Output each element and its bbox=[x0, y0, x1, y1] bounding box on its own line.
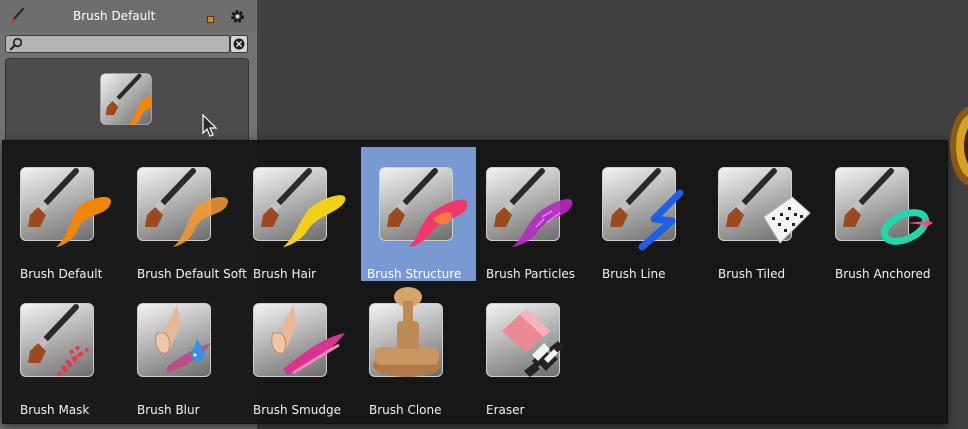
brush-picker-popup: Brush Default Brush Default Soft Brush H… bbox=[2, 140, 948, 424]
brush-default-soft-icon bbox=[137, 167, 229, 247]
brush-tile-particles[interactable]: Brush Particles bbox=[473, 147, 588, 281]
brush-tile-line[interactable]: Brush Line bbox=[589, 147, 704, 281]
brush-tile-blur[interactable]: Brush Blur bbox=[124, 283, 239, 417]
tile-label: Brush Blur bbox=[137, 403, 200, 417]
dot-icon[interactable] bbox=[207, 16, 214, 23]
search-icon bbox=[9, 37, 23, 51]
tile-label: Brush Tiled bbox=[718, 267, 786, 281]
tile-label: Brush Mask bbox=[20, 403, 90, 417]
panel-title[interactable]: Brush Default bbox=[73, 9, 155, 23]
brush-line-icon bbox=[602, 167, 684, 251]
brush-tile-clone[interactable]: Brush Clone bbox=[356, 283, 471, 417]
brush-anchored-icon bbox=[835, 167, 933, 245]
tile-label: Brush Anchored bbox=[835, 267, 931, 281]
search-input[interactable] bbox=[5, 35, 230, 53]
tile-label: Brush Line bbox=[602, 267, 666, 281]
brush-mask-icon bbox=[20, 303, 94, 377]
tile-label: Brush Default Soft bbox=[137, 267, 247, 281]
eraser-icon bbox=[486, 303, 564, 377]
tile-label: Brush Clone bbox=[369, 403, 442, 417]
brush-tiled-icon bbox=[718, 167, 811, 244]
brush-tile-default[interactable]: Brush Default bbox=[7, 147, 122, 281]
brush-hair-icon bbox=[253, 167, 346, 247]
close-icon bbox=[233, 38, 245, 50]
brush-smudge-icon bbox=[253, 303, 345, 377]
brush-tile-smudge[interactable]: Brush Smudge bbox=[240, 283, 355, 417]
clear-search-button[interactable] bbox=[230, 35, 248, 53]
gear-icon[interactable] bbox=[229, 8, 246, 25]
tile-label: Brush Hair bbox=[253, 267, 317, 281]
brush-icon[interactable] bbox=[6, 7, 26, 27]
tile-label: Brush Structure bbox=[367, 267, 462, 281]
viewport-object bbox=[950, 106, 968, 186]
brush-tile-hair[interactable]: Brush Hair bbox=[240, 147, 355, 281]
tile-label: Eraser bbox=[486, 403, 525, 417]
brush-structure-icon bbox=[379, 167, 468, 247]
brush-clone-icon bbox=[369, 287, 443, 377]
brush-preview-thumbnail bbox=[100, 73, 164, 130]
brush-default-icon bbox=[100, 73, 164, 130]
brush-particles-icon bbox=[486, 167, 573, 247]
tile-label: Brush Default bbox=[20, 267, 103, 281]
brush-tile-anchored[interactable]: Brush Anchored bbox=[822, 147, 937, 281]
panel-header: Brush Default bbox=[0, 0, 257, 32]
tile-label: Brush Particles bbox=[486, 267, 576, 281]
brush-tile-structure[interactable]: Brush Structure bbox=[361, 147, 476, 281]
brush-tile-default-soft[interactable]: Brush Default Soft bbox=[124, 147, 247, 281]
brush-tile-eraser[interactable]: Eraser bbox=[473, 283, 588, 417]
brush-default-icon bbox=[20, 167, 112, 247]
tile-label: Brush Smudge bbox=[253, 403, 341, 417]
mouse-cursor-icon bbox=[202, 114, 218, 137]
brush-blur-icon bbox=[137, 303, 211, 377]
brush-tile-tiled[interactable]: Brush Tiled bbox=[705, 147, 820, 281]
brush-tile-mask[interactable]: Brush Mask bbox=[7, 283, 122, 417]
